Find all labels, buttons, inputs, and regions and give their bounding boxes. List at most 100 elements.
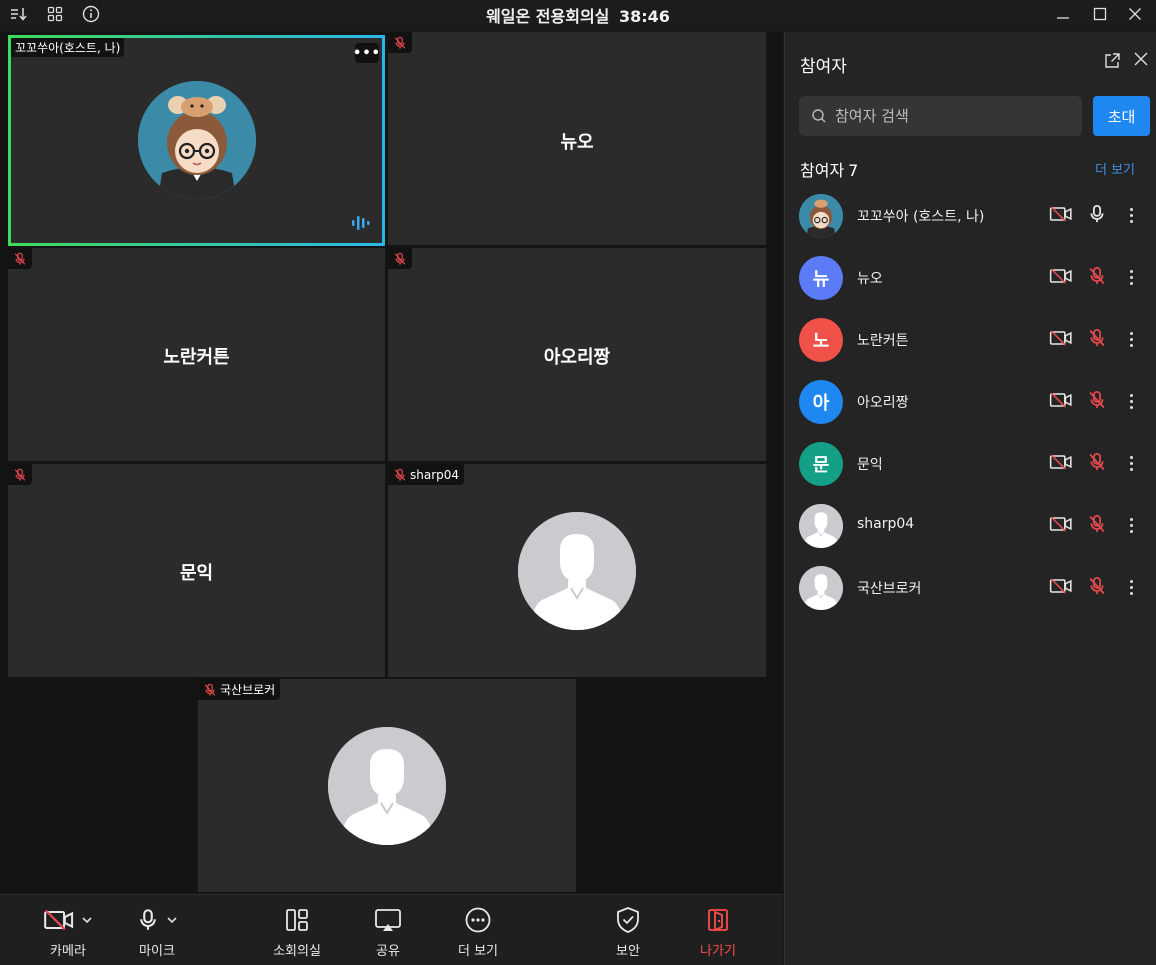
avatar: 문 [799,442,843,486]
meeting-toolbar: 카메라 마이크 소회의실 공유 더 보기 보안 나가기 [0,894,783,965]
avatar: 뉴 [799,256,843,300]
muted-mic-icon [388,248,412,269]
speaking-indicator-icon [351,214,373,236]
leave-label: 나가기 [700,944,736,959]
tile-name: 아오리짱 [543,347,611,368]
breakout-rooms-label: 소회의실 [273,944,321,959]
maximize-icon[interactable] [1090,4,1110,24]
participant-more-icon[interactable] [1123,575,1139,599]
tile-name-label: sharp04 [410,467,460,482]
video-tile[interactable]: 문익 [8,464,385,677]
participant-more-icon[interactable] [1123,327,1139,351]
muted-mic-icon[interactable] [1087,513,1107,535]
avatar: 아 [799,380,843,424]
participant-more-icon[interactable] [1123,265,1139,289]
participant-row[interactable]: 뉴 뉴오 [785,249,1156,305]
participant-count-number: 7 [848,161,859,180]
more-label: 더 보기 [457,944,498,959]
muted-mic-icon[interactable] [1087,575,1107,597]
panel-title: 참여자 [800,57,847,77]
shield-icon [617,907,639,933]
avatar: 노 [799,318,843,362]
tile-name-tag: 국산브로커 [198,679,281,700]
participant-row[interactable]: 문 문익 [785,435,1156,491]
participant-row[interactable]: 꼬꼬쑤아 (호스트, 나) [785,187,1156,243]
chevron-down-icon[interactable] [166,915,178,925]
pop-out-icon[interactable] [1103,52,1121,74]
participant-name: 국산브로커 [857,581,922,597]
muted-mic-icon [393,468,407,482]
participant-search-input[interactable] [835,107,1065,125]
camera-off-icon[interactable] [1049,453,1073,471]
leave-button[interactable]: 나가기 [694,905,742,961]
more-options-icon [465,907,491,933]
mic-label: 마이크 [139,944,175,959]
mic-button[interactable]: 마이크 [128,905,186,961]
participant-name: 뉴오 [857,271,883,287]
camera-off-icon[interactable] [1049,515,1073,533]
see-more-link[interactable]: 더 보기 [1095,159,1135,178]
participant-more-icon[interactable] [1123,203,1139,227]
tile-name: 뉴오 [560,132,594,153]
video-tile[interactable]: 노란커튼 [8,248,385,461]
camera-off-icon[interactable] [1049,205,1073,223]
camera-button[interactable]: 카메라 [38,905,98,961]
tile-name-label: 꼬꼬쑤아(호스트, 나) [15,41,121,55]
tile-name: 문익 [179,563,214,584]
default-avatar [328,727,446,845]
host-avatar [138,81,256,199]
security-label: 보안 [616,944,640,959]
breakout-rooms-button[interactable]: 소회의실 [268,905,326,961]
mic-icon[interactable] [1087,203,1107,225]
participant-name: sharp04 [857,516,915,532]
participant-more-icon[interactable] [1123,513,1139,537]
close-icon[interactable] [1125,4,1145,24]
tile-name-label: 국산브로커 [220,683,276,697]
invite-button[interactable]: 초대 [1093,96,1150,136]
muted-mic-icon [388,32,412,53]
share-label: 공유 [376,944,400,959]
panel-close-icon[interactable] [1133,51,1149,71]
tile-name-tag: sharp04 [388,464,465,485]
meeting-name: 웨일온 전용회의실 [486,7,610,26]
minimize-icon[interactable] [1053,4,1073,24]
participant-search-box[interactable] [799,96,1082,136]
tile-name-tag: 꼬꼬쑤아(호스트, 나) [11,38,125,57]
participant-name: 꼬꼬쑤아 (호스트, 나) [857,209,985,225]
security-button[interactable]: 보안 [608,905,648,961]
participant-count-label: 참여자 [800,161,845,180]
muted-mic-icon[interactable] [1087,265,1107,287]
muted-mic-icon[interactable] [1087,327,1107,349]
camera-off-icon[interactable] [1049,577,1073,595]
video-tile[interactable]: 뉴오 [388,32,766,245]
camera-off-icon [43,908,75,932]
participant-row[interactable]: 국산브로커 [785,559,1156,615]
muted-mic-icon[interactable] [1087,389,1107,411]
participant-name: 노란커튼 [857,333,909,349]
chevron-down-icon[interactable] [81,915,93,925]
participant-more-icon[interactable] [1123,389,1139,413]
breakout-rooms-icon [286,909,308,931]
participant-row[interactable]: sharp04 [785,497,1156,553]
participant-row[interactable]: 아 아오리짱 [785,373,1156,429]
participant-count: 참여자 7 [800,157,858,181]
participant-more-icon[interactable] [1123,451,1139,475]
camera-off-icon[interactable] [1049,329,1073,347]
muted-mic-icon[interactable] [1087,451,1107,473]
camera-off-icon[interactable] [1049,391,1073,409]
share-button[interactable]: 공유 [368,905,408,961]
video-tile[interactable]: sharp04 [388,464,766,677]
more-button[interactable]: 더 보기 [452,905,504,961]
muted-mic-icon [8,248,32,269]
default-avatar [518,512,636,630]
participant-name: 아오리짱 [857,395,909,411]
title-bar: 웨일온 전용회의실 38:46 [0,0,1156,28]
participant-row[interactable]: 노 노란커튼 [785,311,1156,367]
exit-door-icon [708,909,728,932]
tile-more-button[interactable]: ••• [353,43,380,63]
video-tile[interactable]: 아오리짱 [388,248,766,461]
video-tile-host[interactable]: 꼬꼬쑤아(호스트, 나) ••• [8,35,385,246]
video-tile[interactable]: 국산브로커 [198,679,576,892]
camera-off-icon[interactable] [1049,267,1073,285]
search-icon [812,109,826,123]
